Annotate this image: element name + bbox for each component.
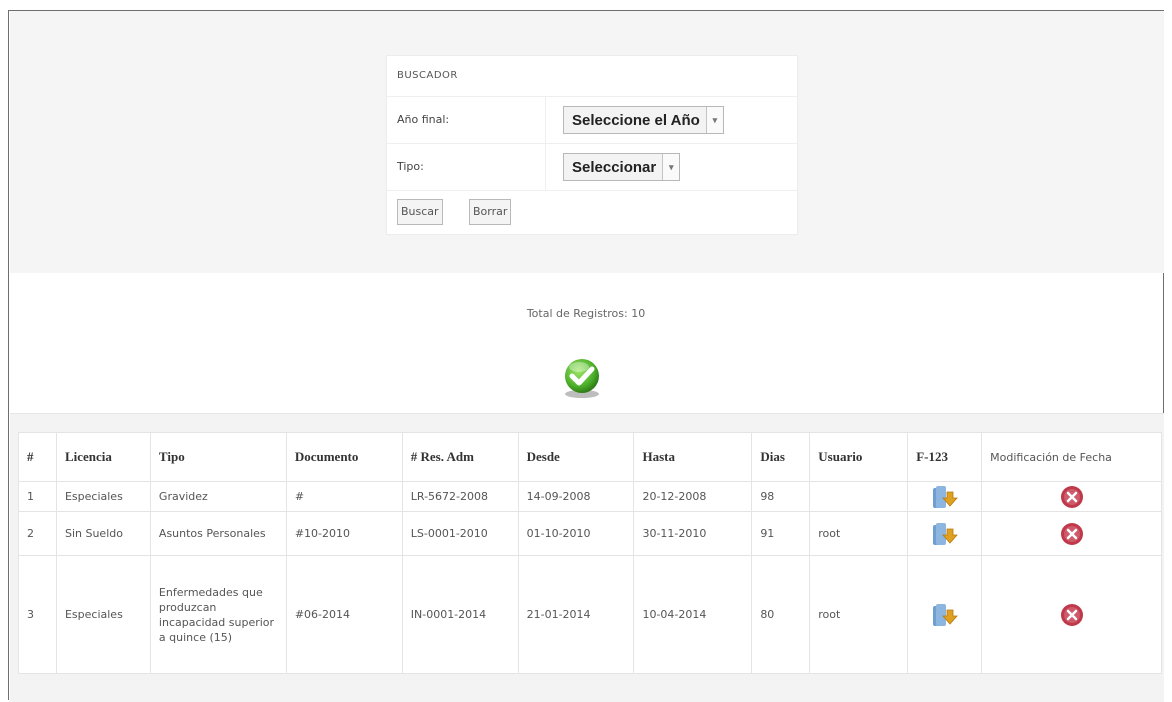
cell-tipo: Asuntos Personales [149, 511, 287, 556]
cell-res-adm: LS-0001-2010 [401, 511, 519, 556]
cell-usuario [809, 481, 909, 512]
cell-licencia: Especiales [55, 555, 151, 674]
cell-licencia: Sin Sueldo [55, 511, 151, 556]
column-header: F-123 [907, 432, 983, 482]
cell-licencia: Especiales [55, 481, 151, 512]
folder-download-icon[interactable] [931, 602, 959, 628]
year-row: Año final: Seleccione el Año ▾ [387, 97, 797, 144]
year-label: Año final: [397, 113, 450, 126]
column-header: Licencia [55, 432, 151, 482]
table-row: 3 Especiales Enfermedades que produzcan … [18, 555, 1162, 674]
cell-desde: 21-01-2014 [517, 555, 635, 674]
records-section: # Licencia Tipo Documento # Res. Adm Des… [10, 413, 1164, 702]
delete-icon[interactable] [1060, 603, 1084, 627]
cell-hasta: 10-04-2014 [633, 555, 753, 674]
cell-tipo: Gravidez [149, 481, 287, 512]
cell-tipo: Enfermedades que produzcan incapacidad s… [149, 555, 287, 674]
modify-date-cell [981, 481, 1162, 512]
table-row: 1 Especiales Gravidez # LR-5672-2008 14-… [18, 481, 1162, 512]
delete-icon[interactable] [1060, 485, 1084, 509]
folder-download-icon[interactable] [931, 484, 959, 510]
cell-desde: 14-09-2008 [517, 481, 635, 512]
cell-hasta: 30-11-2010 [633, 511, 753, 556]
column-header: Documento [285, 432, 403, 482]
clear-button[interactable]: Borrar [469, 199, 512, 225]
cell-usuario: root [809, 511, 909, 556]
type-select-value: Seleccionar [572, 158, 657, 176]
cell-dias: 80 [751, 555, 811, 674]
chevron-down-icon[interactable]: ▾ [705, 107, 723, 133]
cell-hasta: 20-12-2008 [633, 481, 753, 512]
column-header: # Res. Adm [401, 432, 519, 482]
table-row: 2 Sin Sueldo Asuntos Personales #10-2010… [18, 511, 1162, 556]
f123-cell [907, 555, 983, 674]
search-button[interactable]: Buscar [397, 199, 443, 225]
column-header: Tipo [149, 432, 287, 482]
column-header: Usuario [809, 432, 909, 482]
type-label: Tipo: [397, 160, 424, 173]
chevron-down-icon[interactable]: ▾ [662, 154, 680, 180]
cell-usuario: root [809, 555, 909, 674]
check-icon [565, 359, 599, 398]
search-title: BUSCADOR [387, 56, 797, 97]
year-select[interactable]: Seleccione el Año ▾ [563, 106, 724, 134]
search-area: BUSCADOR Año final: Seleccione el Año ▾ … [10, 11, 1164, 273]
row-divider [545, 144, 546, 190]
page-frame: BUSCADOR Año final: Seleccione el Año ▾ … [8, 10, 1164, 702]
button-row: Buscar Borrar [387, 191, 797, 235]
type-row: Tipo: Seleccionar ▾ [387, 144, 797, 191]
column-header: Dias [751, 432, 811, 482]
row-number: 1 [18, 481, 57, 512]
column-header: Hasta [633, 432, 753, 482]
delete-icon[interactable] [1060, 522, 1084, 546]
cell-dias: 91 [751, 511, 811, 556]
row-number: 3 [18, 555, 57, 674]
records-table: # Licencia Tipo Documento # Res. Adm Des… [18, 432, 1162, 674]
column-header: # [18, 432, 57, 482]
cell-dias: 98 [751, 481, 811, 512]
table-header-row: # Licencia Tipo Documento # Res. Adm Des… [18, 432, 1162, 482]
cell-documento: #06-2014 [285, 555, 403, 674]
cell-res-adm: IN-0001-2014 [401, 555, 519, 674]
f123-cell [907, 511, 983, 556]
row-divider [545, 97, 546, 143]
cell-desde: 01-10-2010 [517, 511, 635, 556]
cell-res-adm: LR-5672-2008 [401, 481, 519, 512]
cell-documento: # [285, 481, 403, 512]
column-header: Desde [517, 432, 635, 482]
total-records: Total de Registros: 10 [526, 307, 646, 320]
f123-cell [907, 481, 983, 512]
modify-date-cell [981, 511, 1162, 556]
row-number: 2 [18, 511, 57, 556]
cell-documento: #10-2010 [285, 511, 403, 556]
year-select-value: Seleccione el Año [572, 111, 700, 129]
modify-date-cell [981, 555, 1162, 674]
type-select[interactable]: Seleccionar ▾ [563, 153, 681, 181]
folder-download-icon[interactable] [931, 521, 959, 547]
search-form: BUSCADOR Año final: Seleccione el Año ▾ … [386, 55, 798, 235]
column-header: Modificación de Fecha [981, 432, 1162, 482]
